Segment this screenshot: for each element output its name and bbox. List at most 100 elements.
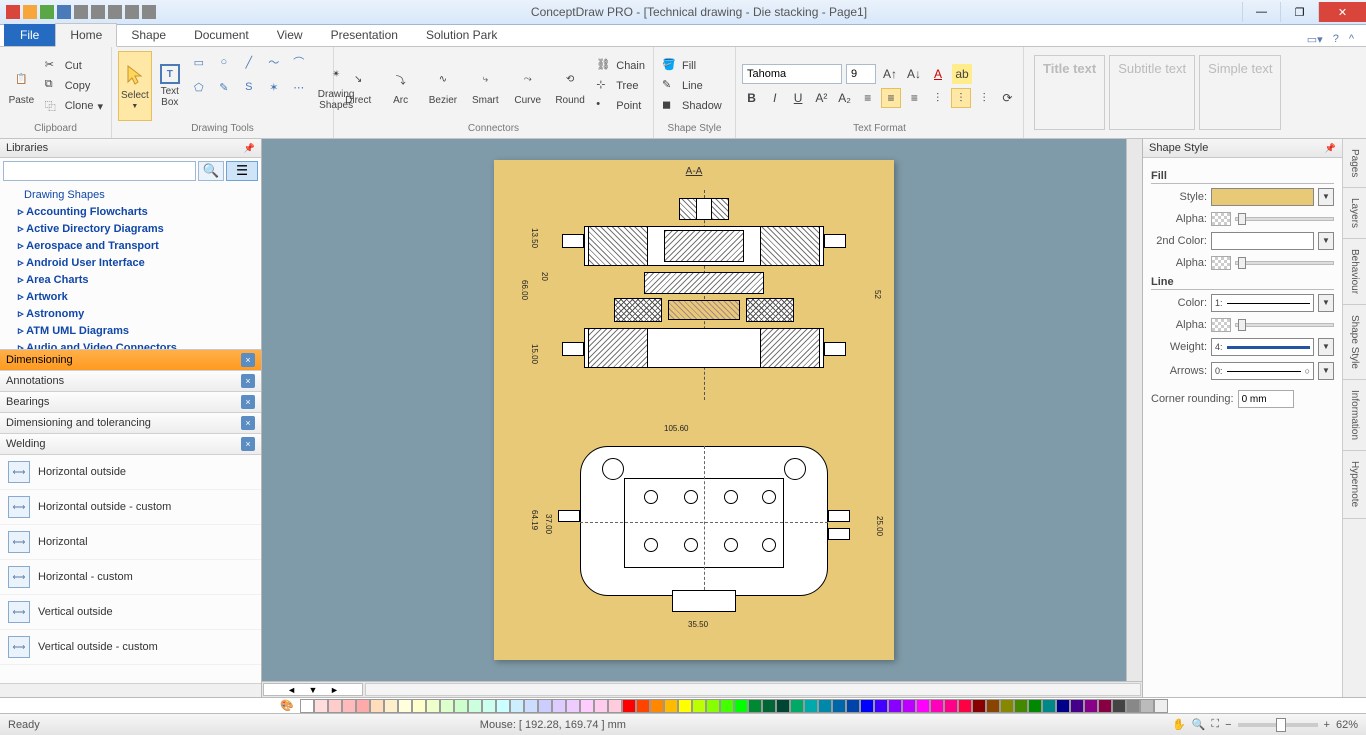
- bezier-connector[interactable]: ∿Bezier: [425, 51, 461, 121]
- pin-icon[interactable]: 📌: [244, 143, 255, 154]
- sidetab-pages[interactable]: Pages: [1343, 139, 1366, 188]
- close-stencil-icon[interactable]: ×: [241, 416, 255, 430]
- superscript[interactable]: A²: [812, 88, 831, 108]
- color-swatch[interactable]: [566, 699, 580, 713]
- window-icon[interactable]: ▭▾: [1307, 33, 1323, 46]
- search-input[interactable]: [3, 161, 196, 181]
- align-center[interactable]: ≡: [881, 88, 900, 108]
- color-swatch[interactable]: [1154, 699, 1168, 713]
- library-item[interactable]: ▹ Android User Interface: [6, 254, 255, 271]
- close-stencil-icon[interactable]: ×: [241, 437, 255, 451]
- point-button[interactable]: •Point: [594, 97, 647, 115]
- text-dir[interactable]: ⟳: [998, 88, 1017, 108]
- sidetab-hypernote[interactable]: Hypernote: [1343, 451, 1366, 518]
- color-swatch[interactable]: [636, 699, 650, 713]
- copy-button[interactable]: ⧉Copy: [43, 77, 105, 95]
- color-swatch[interactable]: [720, 699, 734, 713]
- color-swatch[interactable]: [1042, 699, 1056, 713]
- tab-home[interactable]: Home: [55, 23, 117, 47]
- stencil-tab[interactable]: Dimensioning and tolerancing×: [0, 413, 261, 434]
- color-swatch[interactable]: [328, 699, 342, 713]
- arc-connector[interactable]: ⤵Arc: [382, 51, 418, 121]
- qat-icon[interactable]: [125, 5, 139, 19]
- library-item[interactable]: Drawing Shapes: [6, 187, 255, 203]
- color-swatch[interactable]: [608, 699, 622, 713]
- grow-font[interactable]: A↑: [880, 64, 900, 84]
- color-swatch[interactable]: [454, 699, 468, 713]
- qat-icon[interactable]: [74, 5, 88, 19]
- color-swatch[interactable]: [622, 699, 636, 713]
- sidetab-behaviour[interactable]: Behaviour: [1343, 239, 1366, 305]
- zoom-tool-icon[interactable]: 🔍: [1192, 718, 1206, 731]
- color-swatch[interactable]: [538, 699, 552, 713]
- color-swatch[interactable]: [958, 699, 972, 713]
- highlight[interactable]: ab: [952, 64, 972, 84]
- close-stencil-icon[interactable]: ×: [241, 353, 255, 367]
- color-swatch[interactable]: [986, 699, 1000, 713]
- shapes-list[interactable]: ⟷Horizontal outside⟷Horizontal outside -…: [0, 455, 261, 683]
- color-swatch[interactable]: [664, 699, 678, 713]
- line-weight-dd[interactable]: ▼: [1318, 338, 1334, 356]
- shrink-font[interactable]: A↓: [904, 64, 924, 84]
- color-swatch[interactable]: [370, 699, 384, 713]
- palette-icon[interactable]: 🎨: [280, 699, 300, 713]
- corner-rounding-input[interactable]: [1238, 390, 1294, 408]
- pan-icon[interactable]: ✋: [1172, 718, 1186, 731]
- shape-item[interactable]: ⟷Horizontal: [0, 525, 261, 560]
- line-button[interactable]: ✎Line: [660, 77, 729, 95]
- spline-tool[interactable]: S: [238, 76, 260, 98]
- color-swatch[interactable]: [1070, 699, 1084, 713]
- tab-shape[interactable]: Shape: [117, 24, 180, 46]
- color-swatch[interactable]: [1098, 699, 1112, 713]
- second-color-dd[interactable]: ▼: [1318, 232, 1334, 250]
- color-swatch[interactable]: [650, 699, 664, 713]
- color-swatch[interactable]: [440, 699, 454, 713]
- select-button[interactable]: Select▼: [118, 51, 152, 121]
- search-button[interactable]: 🔍: [198, 161, 224, 181]
- curve-connector[interactable]: ⤳Curve: [510, 51, 546, 121]
- color-swatch[interactable]: [342, 699, 356, 713]
- shape-item[interactable]: ⟷Horizontal outside: [0, 455, 261, 490]
- library-item[interactable]: ▹ Artwork: [6, 288, 255, 305]
- paste-button[interactable]: 📋 Paste: [6, 51, 37, 121]
- tab-solutionpark[interactable]: Solution Park: [412, 24, 511, 46]
- stencil-tab[interactable]: Dimensioning×: [0, 350, 261, 371]
- fit-icon[interactable]: ⛶: [1211, 718, 1219, 731]
- color-swatch[interactable]: [776, 699, 790, 713]
- color-swatch[interactable]: [580, 699, 594, 713]
- poly-tool[interactable]: ⬠: [188, 76, 210, 98]
- left-hscroll[interactable]: [0, 683, 261, 697]
- cut-button[interactable]: ✂Cut: [43, 57, 105, 75]
- color-swatch[interactable]: [384, 699, 398, 713]
- color-swatch[interactable]: [916, 699, 930, 713]
- color-swatch[interactable]: [748, 699, 762, 713]
- line-color-dd[interactable]: ▼: [1318, 294, 1334, 312]
- color-swatch[interactable]: [1000, 699, 1014, 713]
- clone-button[interactable]: ⿻Clone ▾: [43, 97, 105, 115]
- drawing-page[interactable]: A-A: [494, 160, 894, 660]
- shape-item[interactable]: ⟷Vertical outside - custom: [0, 630, 261, 665]
- fill-button[interactable]: 🪣Fill: [660, 57, 729, 75]
- library-item[interactable]: ▹ Audio and Video Connectors: [6, 339, 255, 350]
- valign-mid[interactable]: ⫶: [951, 88, 970, 108]
- close-stencil-icon[interactable]: ×: [241, 395, 255, 409]
- chain-button[interactable]: ⛓Chain: [594, 57, 647, 75]
- color-swatch[interactable]: [1112, 699, 1126, 713]
- qat-icon[interactable]: [57, 5, 71, 19]
- line-arrows-dd[interactable]: ▼: [1318, 362, 1334, 380]
- tab-view[interactable]: View: [263, 24, 317, 46]
- color-swatch[interactable]: [692, 699, 706, 713]
- fill-alpha-slider[interactable]: [1235, 217, 1334, 221]
- color-swatch[interactable]: [1014, 699, 1028, 713]
- tab-document[interactable]: Document: [180, 24, 263, 46]
- arc-tool[interactable]: ⌒: [288, 51, 310, 73]
- free-tool[interactable]: ✎: [213, 76, 235, 98]
- line-color-swatch[interactable]: 1:: [1211, 294, 1314, 312]
- subtitle-placeholder[interactable]: Subtitle text: [1109, 55, 1195, 130]
- color-swatch[interactable]: [552, 699, 566, 713]
- valign-bot[interactable]: ⫶: [975, 88, 994, 108]
- line-alpha-slider[interactable]: [1235, 323, 1334, 327]
- shape-item[interactable]: ⟷Vertical outside: [0, 595, 261, 630]
- color-swatch[interactable]: [874, 699, 888, 713]
- title-placeholder[interactable]: Title text: [1034, 55, 1105, 130]
